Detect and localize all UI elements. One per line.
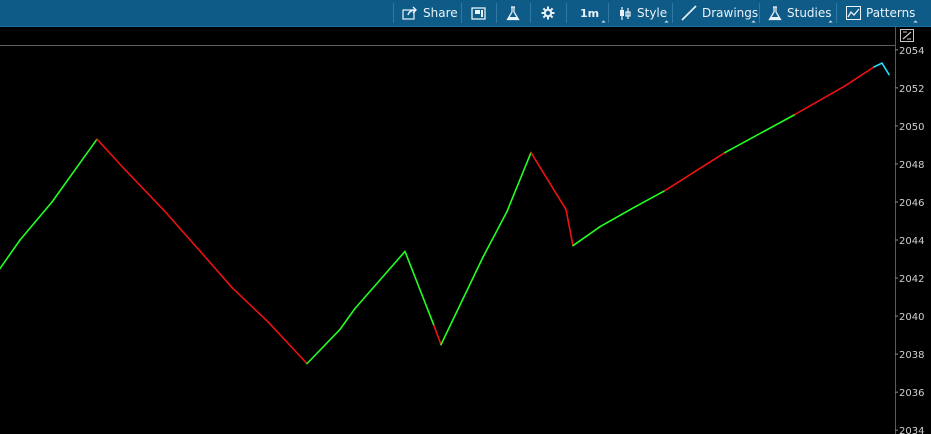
- pencil-icon: [681, 5, 697, 21]
- price-segment-down: [164, 210, 208, 260]
- flask-icon: [506, 5, 520, 21]
- price-segment-up: [404, 250, 435, 327]
- price-tick-label: 2050: [899, 122, 924, 133]
- price-segment-up: [0, 239, 21, 270]
- share-label: Share: [423, 6, 458, 20]
- style-button[interactable]: Style: [618, 0, 667, 26]
- price-segment-up: [19, 201, 53, 241]
- studies-label: Studies: [787, 6, 832, 20]
- price-segment-up: [636, 189, 666, 207]
- toolbar-separator: [461, 3, 462, 23]
- price-segment-down: [231, 286, 269, 323]
- price-chart: 2054 2052 2050 2048 2046 2044 2042 2040 2038 2036…: [0, 46, 924, 434]
- price-segment-down: [96, 138, 126, 171]
- share-button[interactable]: Share: [402, 0, 458, 26]
- price-segment-up: [572, 225, 601, 247]
- price-segment-down: [844, 66, 875, 87]
- candle-icon: [618, 6, 632, 21]
- price-axis-ticks: 2054 2052 2050 2048 2046 2044 2042 2040 2038 2036…: [895, 46, 924, 434]
- price-tick-label: 2040: [899, 312, 924, 323]
- price-tick-label: 2044: [899, 236, 924, 247]
- chevron-down-icon: [664, 20, 669, 25]
- price-segment-up: [506, 151, 532, 213]
- studies-button[interactable]: Studies: [768, 0, 832, 26]
- price-tick-label: 2038: [899, 350, 924, 361]
- drawings-label: Drawings: [702, 6, 759, 20]
- flag-button[interactable]: [471, 0, 486, 26]
- chart-toolbar: Share 1m Style Drawings Studies Patterns: [0, 0, 931, 27]
- price-segment-up: [339, 307, 356, 331]
- patterns-button[interactable]: Patterns: [846, 0, 915, 26]
- patterns-label: Patterns: [866, 6, 916, 20]
- patterns-icon: [846, 6, 861, 20]
- toolbar-separator: [759, 3, 760, 23]
- drawings-button[interactable]: Drawings: [681, 0, 758, 26]
- toolbar-separator: [393, 3, 394, 23]
- settings-button[interactable]: [541, 0, 555, 26]
- price-tick-label: 2054: [899, 46, 924, 57]
- style-label: Style: [637, 6, 668, 20]
- toolbar-separator: [566, 3, 567, 23]
- price-segment-up: [354, 250, 406, 310]
- chevron-down-icon: [601, 20, 606, 25]
- gear-icon: [541, 6, 555, 20]
- axis-scale-icon[interactable]: [900, 28, 916, 42]
- price-segment-last: [873, 62, 883, 68]
- price-segment-up: [724, 113, 796, 154]
- price-segment-down: [433, 324, 442, 346]
- share-icon: [402, 6, 418, 20]
- chevron-down-icon: [828, 20, 833, 25]
- timeframe-label: 1m: [580, 6, 600, 20]
- price-segment-down: [794, 85, 846, 116]
- price-tick-label: 2042: [899, 274, 924, 285]
- price-segment-down: [664, 151, 726, 192]
- chevron-down-icon: [913, 20, 918, 25]
- price-segment-up: [599, 204, 638, 228]
- price-tick-label: 2036: [899, 388, 924, 399]
- flag-icon: [471, 6, 486, 20]
- price-tick-label: 2052: [899, 84, 924, 95]
- price-series: [0, 62, 890, 365]
- price-segment-up: [51, 138, 98, 203]
- price-tick-label: 2046: [899, 198, 924, 209]
- price-segment-last: [881, 62, 890, 76]
- toolbar-separator: [672, 3, 673, 23]
- price-segment-up: [306, 328, 341, 365]
- toolbar-separator: [836, 3, 837, 23]
- price-tick-label: 2034: [899, 426, 924, 434]
- thinklab-button[interactable]: [506, 0, 520, 26]
- toolbar-separator: [608, 3, 609, 23]
- price-segment-down: [124, 168, 166, 213]
- price-segment-down: [530, 151, 567, 211]
- flask-icon: [768, 5, 782, 21]
- toolbar-separator: [496, 3, 497, 23]
- price-segment-up: [482, 210, 508, 258]
- timeframe-selector[interactable]: 1m: [580, 0, 599, 26]
- price-segment-up: [440, 256, 484, 346]
- price-segment-down: [206, 258, 233, 289]
- price-segment-down: [565, 208, 574, 247]
- price-tick-label: 2048: [899, 160, 924, 171]
- toolbar-separator: [530, 3, 531, 23]
- price-segment-down: [267, 320, 308, 365]
